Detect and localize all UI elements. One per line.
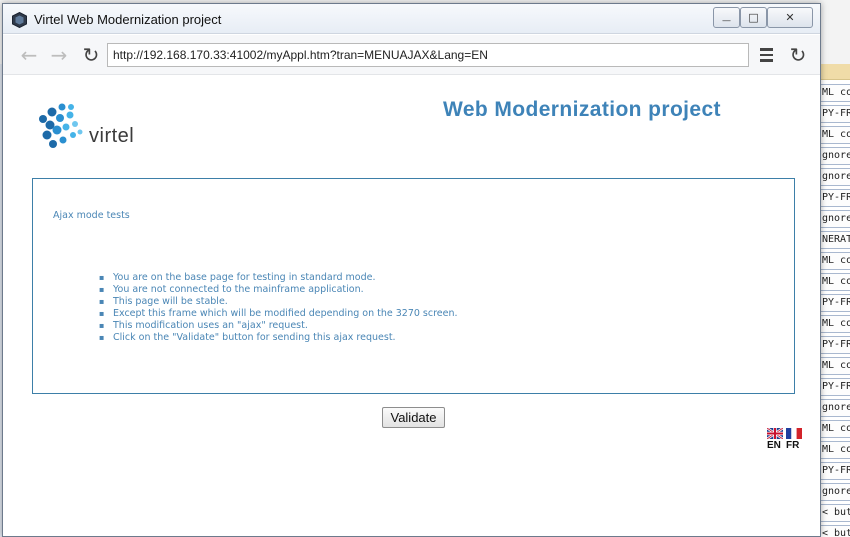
reload-button[interactable]: ↻ (79, 43, 103, 67)
background-row: gnore (818, 168, 850, 186)
refresh-icon: ↻ (789, 43, 807, 67)
list-item: This modification uses an "ajax" request… (99, 320, 458, 332)
minimize-button[interactable]: — (713, 7, 740, 28)
hamburger-line (759, 53, 773, 57)
hamburger-icon (759, 48, 773, 51)
reload-icon: ↻ (82, 43, 100, 67)
menu-button[interactable] (755, 44, 777, 66)
background-row: PY-FR (818, 105, 850, 123)
window-titlebar[interactable]: Virtel Web Modernization project — □ ✕ (3, 4, 820, 34)
background-row: PY-FR (818, 294, 850, 312)
background-row: PY-FR (818, 189, 850, 207)
background-row: gnore (818, 210, 850, 228)
uk-flag-icon (767, 428, 783, 439)
background-row: gnore (818, 147, 850, 165)
list-item: Click on the "Validate" button for sendi… (99, 332, 458, 344)
logo-text: virtel (89, 125, 135, 147)
background-row: < butt (818, 504, 850, 522)
ajax-frame-panel: Ajax mode tests You are on the base page… (32, 178, 795, 394)
info-list: You are on the base page for testing in … (99, 272, 458, 344)
background-row: PY-FR (818, 462, 850, 480)
arrow-right-icon: → (50, 43, 68, 67)
close-button[interactable]: ✕ (767, 7, 813, 28)
background-row: ML co (818, 126, 850, 144)
language-en-label: EN (767, 440, 781, 451)
list-item: This page will be stable. (99, 296, 458, 308)
language-fr-link[interactable]: FR (786, 428, 804, 451)
page-content: virtel Web Modernization project Ajax mo… (3, 76, 820, 536)
background-row: ML co (818, 315, 850, 333)
close-icon: ✕ (785, 11, 795, 24)
background-row: ML co (818, 84, 850, 102)
language-en-link[interactable]: EN (767, 428, 785, 451)
forward-button[interactable]: → (47, 43, 71, 67)
window-title: Virtel Web Modernization project (34, 12, 222, 27)
language-fr-label: FR (786, 440, 800, 451)
background-row: PY-FR (818, 336, 850, 354)
background-row: gnore (818, 399, 850, 417)
minimize-icon: — (722, 15, 731, 26)
background-row: ML co (818, 252, 850, 270)
list-item: You are not connected to the mainframe a… (99, 284, 458, 296)
maximize-icon: □ (748, 11, 759, 24)
validate-button[interactable]: Validate (382, 407, 445, 428)
maximize-button[interactable]: □ (740, 7, 767, 28)
background-row: ML co (818, 420, 850, 438)
background-row: gnore (818, 483, 850, 501)
background-row: ML co (818, 357, 850, 375)
browser-toolbar: ← → ↻ http://192.168.170.33:41002/myAppl… (3, 35, 820, 75)
background-row: < butt (818, 525, 850, 537)
background-row: NERAT (818, 231, 850, 249)
page-title: Web Modernization project (443, 98, 721, 121)
hamburger-line (759, 59, 773, 62)
list-item: You are on the base page for testing in … (99, 272, 458, 284)
list-item: Except this frame which will be modified… (99, 308, 458, 320)
refresh-button[interactable]: ↻ (786, 43, 810, 67)
panel-heading: Ajax mode tests (53, 210, 130, 221)
browser-window: Virtel Web Modernization project — □ ✕ ←… (2, 3, 821, 537)
app-icon (12, 12, 27, 28)
background-row: ML co (818, 273, 850, 291)
france-flag-icon (786, 428, 802, 439)
back-button[interactable]: ← (17, 43, 41, 67)
background-row: PY-FR (818, 378, 850, 396)
address-bar[interactable]: http://192.168.170.33:41002/myAppl.htm?t… (107, 43, 749, 67)
background-row: ML co (818, 441, 850, 459)
arrow-left-icon: ← (20, 43, 38, 67)
